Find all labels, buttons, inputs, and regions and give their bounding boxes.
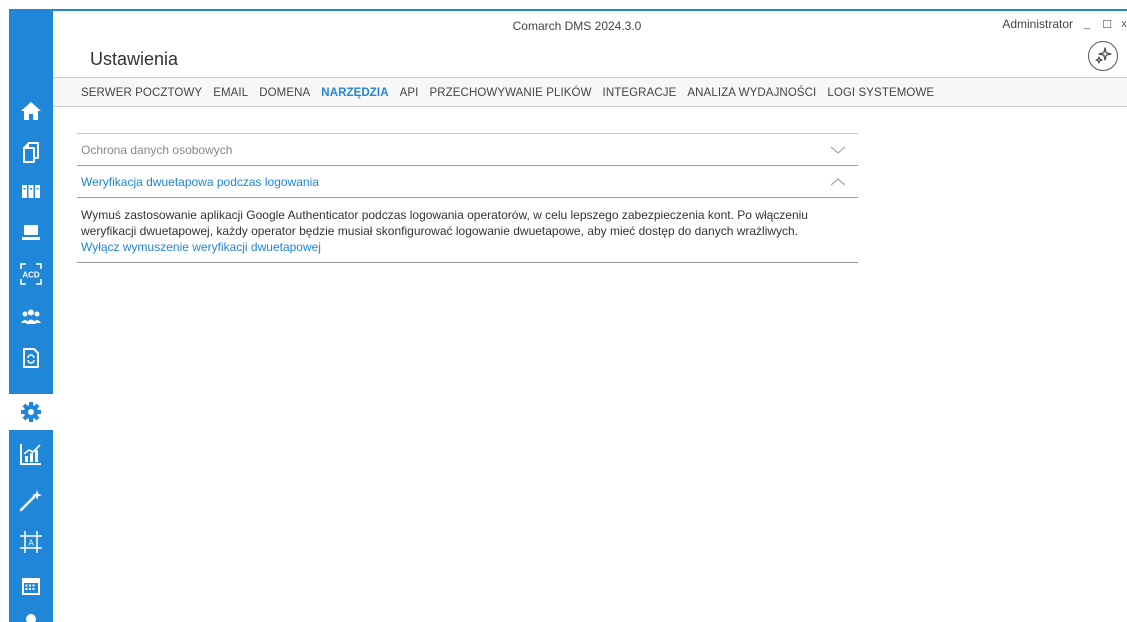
sidebar-item-users[interactable] [9,299,53,335]
section-title: Weryfikacja dwuetapowa podczas logowania [81,174,319,189]
tab-domena[interactable]: DOMENA [259,87,310,99]
window-top-border [53,9,1127,11]
tab-integracje[interactable]: INTEGRACJE [603,87,677,99]
sidebar-item-workstation[interactable] [9,214,53,250]
svg-text:A: A [28,539,34,548]
sidebar-item-template-designer[interactable]: A [9,524,53,560]
sidebar-item-analytics[interactable] [9,436,53,472]
settings-gear-icon [21,402,41,422]
sidebar-item-acd[interactable]: ACD [9,256,53,292]
user-icon [26,614,36,622]
analytics-chart-icon [20,444,41,465]
sidebar-item-home[interactable] [9,93,53,129]
archive-icon [22,185,40,198]
template-designer-icon: A [20,531,42,553]
section-header-two-factor[interactable]: Weryfikacja dwuetapowa podczas logowania [77,166,858,197]
sidebar: ACD A [9,9,53,622]
calendar-icon [22,578,40,595]
sidebar-item-archive[interactable] [9,173,53,209]
maximize-button[interactable]: ☐ [1101,18,1113,31]
acd-icon: ACD [20,263,42,285]
sidebar-item-documents[interactable] [9,134,53,170]
sidebar-item-document-sync[interactable] [9,340,53,376]
tab-serwer-pocztowy[interactable]: SERWER POCZTOWY [81,87,202,99]
svg-text:ACD: ACD [22,271,40,280]
document-sync-icon [23,348,39,368]
minimize-button[interactable]: _ [1081,18,1093,30]
tab-email[interactable]: EMAIL [213,87,248,99]
settings-tabs: SERWER POCZTOWY EMAIL DOMENA NARZĘDZIA A… [81,78,945,108]
chevron-up-icon [830,177,846,185]
magic-wand-icon [19,490,42,512]
ai-assistant-button[interactable] [1088,41,1118,71]
section-header-personal-data[interactable]: Ochrona danych osobowych [77,134,858,165]
sidebar-item-magic-wand[interactable] [9,482,53,518]
section-title: Ochrona danych osobowych [81,142,233,157]
close-button[interactable]: x [1121,18,1127,30]
documents-icon [23,142,39,163]
workstation-icon [22,225,40,240]
user-name[interactable]: Administrator [1002,17,1073,31]
tab-api[interactable]: API [400,87,419,99]
tab-logi-systemowe[interactable]: LOGI SYSTEMOWE [827,87,934,99]
tab-narzedzia[interactable]: NARZĘDZIA [321,87,388,99]
tab-przechowywanie-plikow[interactable]: PRZECHOWYWANIE PLIKÓW [429,87,591,99]
window-controls: Administrator _ ☐ x [1002,17,1127,31]
sidebar-item-calendar[interactable] [9,568,53,604]
sidebar-item-user[interactable] [9,609,53,622]
chevron-down-icon [830,146,846,154]
sparkles-icon [1095,47,1112,64]
sidebar-item-settings[interactable] [9,394,53,430]
app-title: Comarch DMS 2024.3.0 [512,19,642,33]
page-title: Ustawienia [90,49,179,69]
tab-analiza-wydajnosci[interactable]: ANALIZA WYDAJNOŚCI [687,87,816,99]
section-description: Wymuś zastosowanie aplikacji Google Auth… [81,208,808,238]
divider [77,262,858,263]
disable-two-factor-link[interactable]: Wyłącz wymuszenie weryfikacji dwuetapowe… [81,239,321,255]
home-icon [21,102,41,120]
tools-panel: Ochrona danych osobowych Weryfikacja dwu… [77,133,858,263]
users-icon [21,309,41,324]
section-body-two-factor: Wymuś zastosowanie aplikacji Google Auth… [77,198,858,262]
settings-tabs-bar: SERWER POCZTOWY EMAIL DOMENA NARZĘDZIA A… [53,77,1127,107]
